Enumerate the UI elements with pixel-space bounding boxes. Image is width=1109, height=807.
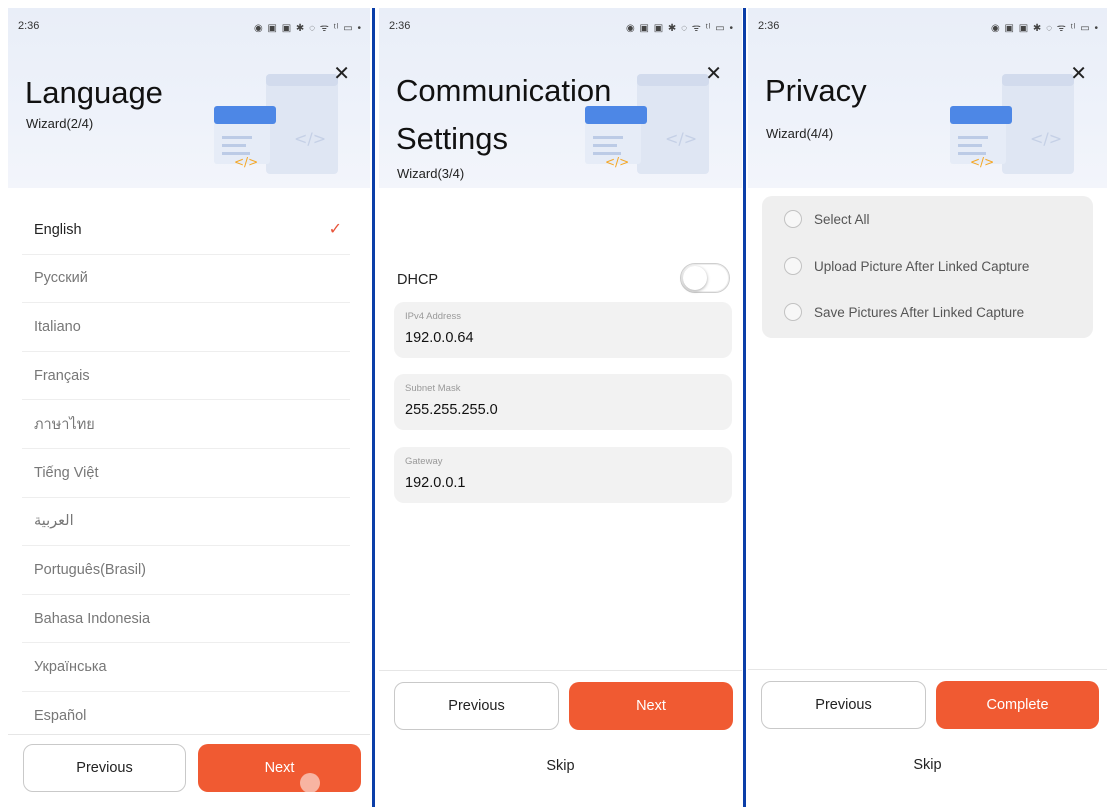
wizard-step: Wizard(3/4) xyxy=(397,166,465,181)
radio-icon xyxy=(784,210,802,228)
screen-divider xyxy=(743,8,746,807)
language-item-italian[interactable]: Italiano xyxy=(22,303,350,352)
svg-text:</>: </> xyxy=(294,129,326,148)
toggle-knob xyxy=(683,266,707,290)
close-icon[interactable]: ✕ xyxy=(1070,64,1087,84)
language-label: Italiano xyxy=(34,318,81,335)
gateway-field[interactable]: Gateway 192.0.0.1 xyxy=(394,447,732,503)
option-label: Upload Picture After Linked Capture xyxy=(814,258,1030,274)
language-item-vietnamese[interactable]: Tiếng Việt xyxy=(22,449,350,498)
next-button[interactable]: Next xyxy=(198,744,361,792)
language-item-indonesian[interactable]: Bahasa Indonesia xyxy=(22,595,350,644)
svg-text:</>: </> xyxy=(605,155,629,169)
option-save-pictures[interactable]: Save Pictures After Linked Capture xyxy=(784,303,1024,321)
field-label: Subnet Mask xyxy=(405,383,461,394)
communication-settings-screen: 2:36 ◉ ▣ ▣ ✱ ◌ ᯤ ᵗˡ ▭ • </> </> ✕ Commun… xyxy=(379,8,742,807)
status-icons: ◉ ▣ ▣ ✱ ◌ ᯤ ᵗˡ ▭ • xyxy=(990,23,1099,34)
language-item-french[interactable]: Français xyxy=(22,352,350,401)
language-label: العربية xyxy=(34,513,74,530)
field-label: Gateway xyxy=(405,456,443,467)
skip-link[interactable]: Skip xyxy=(379,758,742,774)
language-label: Bahasa Indonesia xyxy=(34,610,151,627)
page-title-line2: Settings xyxy=(396,121,509,156)
status-time: 2:36 xyxy=(18,20,40,32)
language-screen: 2:36 ◉ ▣ ▣ ✱ ◌ ᯤ ᵗˡ ▭ • </> </> ✕ Langua… xyxy=(8,8,370,807)
footer-divider xyxy=(8,734,370,735)
wizard-step: Wizard(2/4) xyxy=(26,116,94,131)
status-bar: 2:36 ◉ ▣ ▣ ✱ ◌ ᯤ ᵗˡ ▭ • xyxy=(389,20,734,36)
status-time: 2:36 xyxy=(758,20,780,32)
screen-divider xyxy=(372,8,375,807)
page-title: Language xyxy=(25,75,163,110)
svg-text:</>: </> xyxy=(1030,129,1062,148)
language-item-russian[interactable]: Русский xyxy=(22,255,350,304)
dhcp-label: DHCP xyxy=(397,272,439,288)
radio-icon xyxy=(784,257,802,275)
privacy-options-panel: Select All Upload Picture After Linked C… xyxy=(762,196,1093,338)
svg-text:</>: </> xyxy=(665,129,697,148)
subnet-mask-field[interactable]: Subnet Mask 255.255.255.0 xyxy=(394,374,732,430)
status-bar: 2:36 ◉ ▣ ▣ ✱ ◌ ᯤ ᵗˡ ▭ • xyxy=(758,20,1099,36)
check-icon: ✓ xyxy=(328,221,342,238)
complete-button[interactable]: Complete xyxy=(936,681,1099,729)
dhcp-toggle[interactable] xyxy=(680,263,730,293)
language-item-arabic[interactable]: العربية xyxy=(22,498,350,547)
close-icon[interactable]: ✕ xyxy=(333,64,350,84)
language-label: Español xyxy=(34,708,87,725)
language-item-english[interactable]: English ✓ xyxy=(22,206,350,255)
language-label: ภาษาไทย xyxy=(34,416,95,433)
language-label: Português(Brasil) xyxy=(34,561,147,578)
field-value: 192.0.0.1 xyxy=(405,475,466,491)
option-label: Select All xyxy=(814,211,870,227)
next-button-label: Next xyxy=(264,760,295,776)
field-value: 255.255.255.0 xyxy=(405,402,498,418)
previous-button[interactable]: Previous xyxy=(394,682,559,730)
option-select-all[interactable]: Select All xyxy=(784,210,870,228)
svg-text:</>: </> xyxy=(234,155,258,169)
language-item-ukrainian[interactable]: Українська xyxy=(22,643,350,692)
close-icon[interactable]: ✕ xyxy=(705,64,722,84)
privacy-screen: 2:36 ◉ ▣ ▣ ✱ ◌ ᯤ ᵗˡ ▭ • </> </> ✕ Privac… xyxy=(748,8,1107,807)
page-title: Privacy xyxy=(765,73,867,108)
previous-button[interactable]: Previous xyxy=(761,681,926,729)
wizard-screens: 2:36 ◉ ▣ ▣ ✱ ◌ ᯤ ᵗˡ ▭ • </> </> ✕ Langua… xyxy=(0,0,1109,807)
footer-divider xyxy=(748,669,1107,670)
page-title: Communication xyxy=(396,73,612,108)
language-label: Français xyxy=(34,367,90,384)
language-label: Українська xyxy=(34,659,107,676)
touch-indicator xyxy=(300,773,320,793)
language-list: English ✓ Русский Italiano Français ภาษา… xyxy=(22,206,350,741)
ipv4-address-field[interactable]: IPv4 Address 192.0.0.64 xyxy=(394,302,732,358)
language-item-thai[interactable]: ภาษาไทย xyxy=(22,400,350,449)
next-button[interactable]: Next xyxy=(569,682,733,730)
language-label: Tiếng Việt xyxy=(34,464,99,481)
language-item-portuguese[interactable]: Português(Brasil) xyxy=(22,546,350,595)
previous-button[interactable]: Previous xyxy=(23,744,186,792)
status-time: 2:36 xyxy=(389,20,411,32)
footer-divider xyxy=(379,670,742,671)
language-label: Русский xyxy=(34,270,88,287)
option-label: Save Pictures After Linked Capture xyxy=(814,304,1025,320)
wizard-step: Wizard(4/4) xyxy=(766,126,834,141)
option-upload-picture[interactable]: Upload Picture After Linked Capture xyxy=(784,257,1029,275)
status-bar: 2:36 ◉ ▣ ▣ ✱ ◌ ᯤ ᵗˡ ▭ • xyxy=(18,20,362,36)
status-icons: ◉ ▣ ▣ ✱ ◌ ᯤ ᵗˡ ▭ • xyxy=(625,23,734,34)
radio-icon xyxy=(784,303,802,321)
field-label: IPv4 Address xyxy=(405,311,461,322)
language-label: English xyxy=(34,221,82,238)
status-icons: ◉ ▣ ▣ ✱ ◌ ᯤ ᵗˡ ▭ • xyxy=(253,23,362,34)
svg-text:</>: </> xyxy=(970,155,994,169)
skip-link[interactable]: Skip xyxy=(748,757,1107,773)
field-value: 192.0.0.64 xyxy=(405,330,474,346)
